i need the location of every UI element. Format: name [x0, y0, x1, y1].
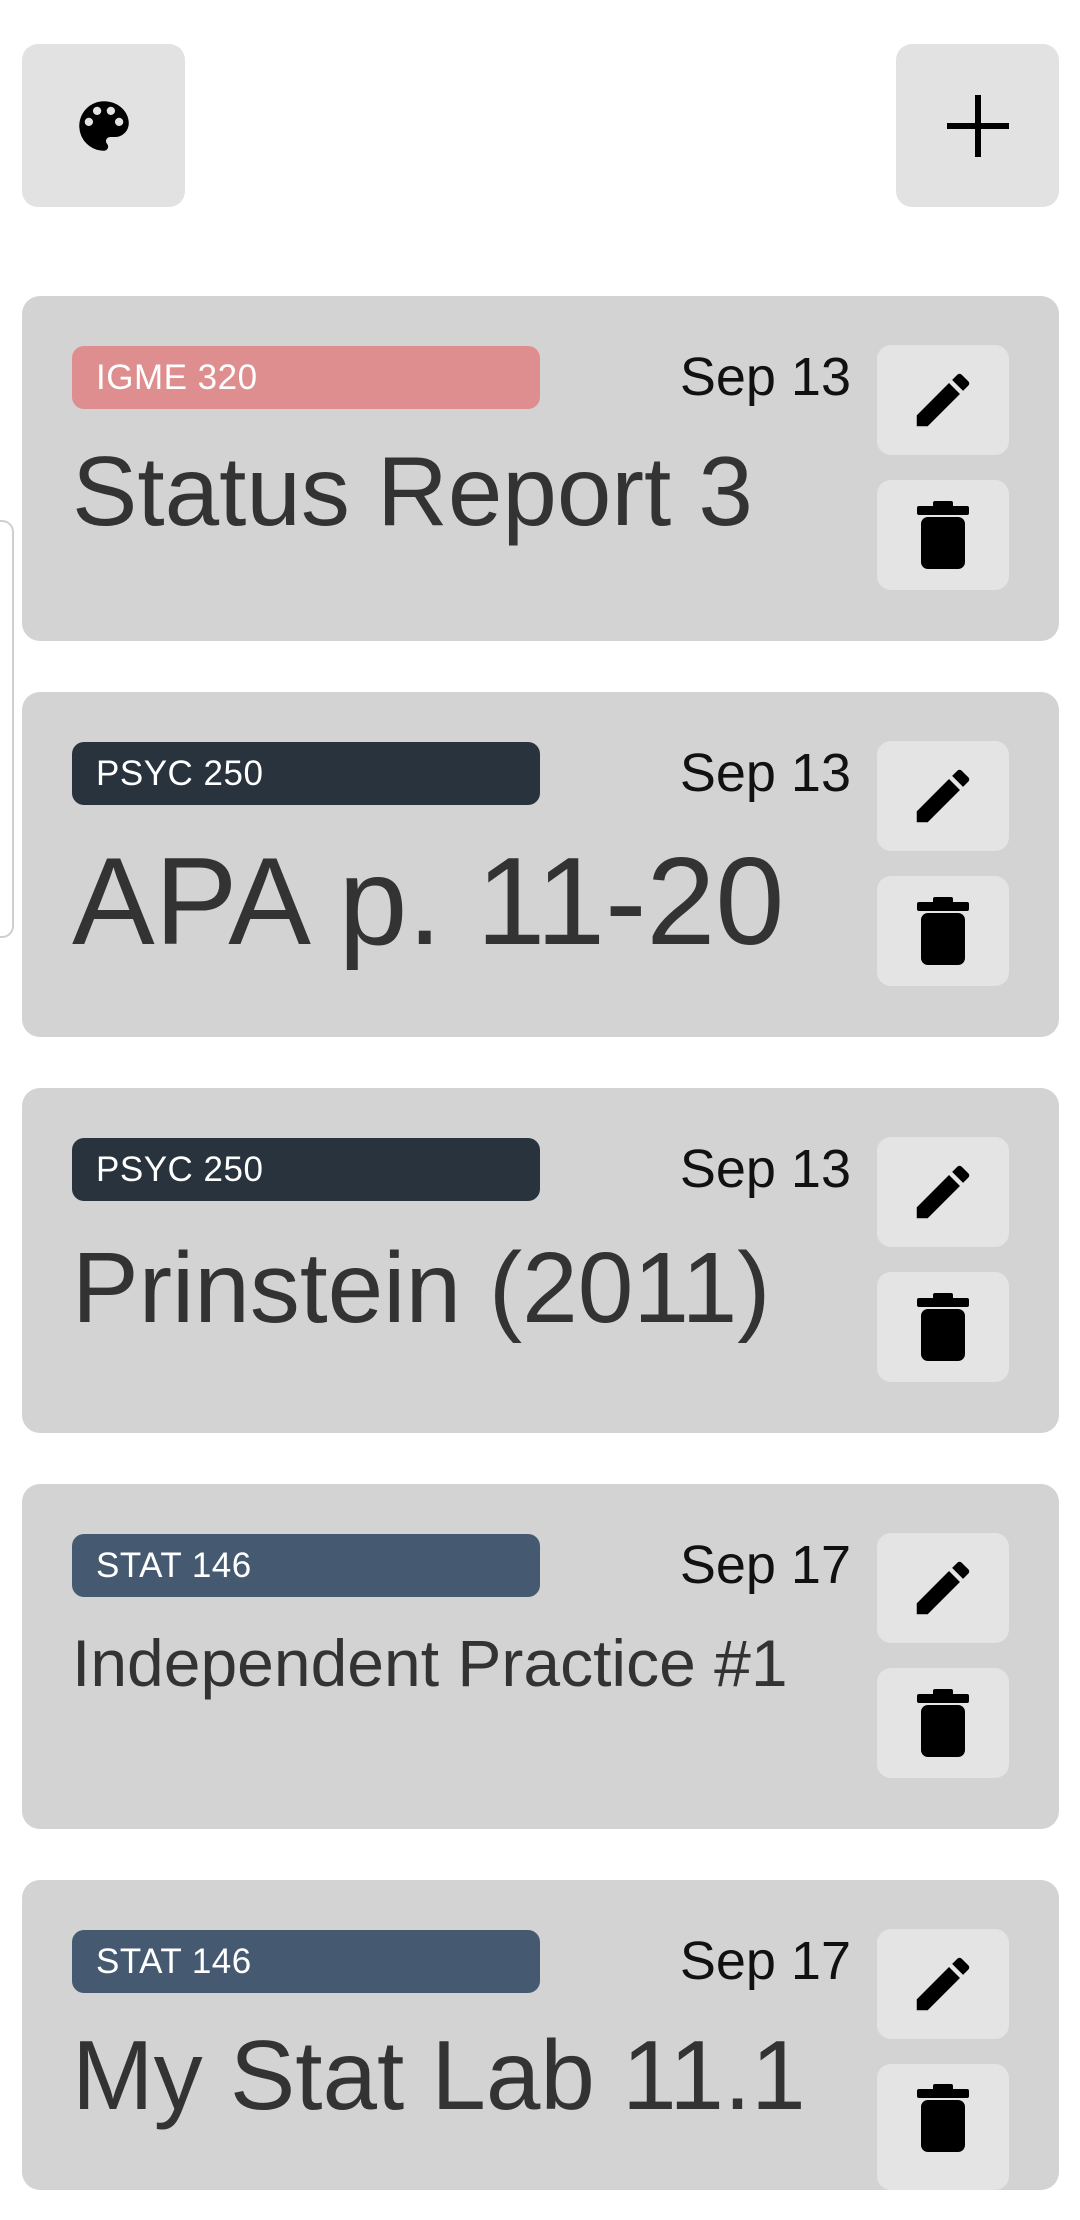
delete-button[interactable]: [877, 480, 1009, 590]
side-drawer-handle[interactable]: [0, 520, 14, 938]
delete-button[interactable]: [877, 2064, 1009, 2190]
course-tag: PSYC 250: [72, 742, 540, 805]
course-tag: PSYC 250: [72, 1138, 540, 1201]
due-date: Sep 13: [679, 1139, 851, 1199]
pencil-icon: [908, 365, 978, 435]
due-date: Sep 13: [679, 347, 851, 407]
palette-icon: [71, 93, 137, 159]
delete-button[interactable]: [877, 876, 1009, 986]
theme-button[interactable]: [22, 44, 185, 207]
course-tag: STAT 146: [72, 1534, 540, 1597]
edit-button[interactable]: [877, 1137, 1009, 1247]
task-card: STAT 146 Sep 17 My Stat Lab 11.1: [22, 1880, 1059, 2190]
trash-icon: [917, 897, 969, 965]
edit-button[interactable]: [877, 741, 1009, 851]
trash-icon: [917, 501, 969, 569]
due-date: Sep 13: [679, 743, 851, 803]
plus-icon: [943, 91, 1013, 161]
edit-button[interactable]: [877, 1533, 1009, 1643]
task-title: Independent Practice #1: [72, 1626, 788, 1700]
add-task-button[interactable]: [896, 44, 1059, 207]
task-list: IGME 320 Sep 13 Status Report 3 PSYC 250…: [22, 296, 1059, 2220]
trash-icon: [917, 1689, 969, 1757]
task-card: STAT 146 Sep 17 Independent Practice #1: [22, 1484, 1059, 1829]
task-card: IGME 320 Sep 13 Status Report 3: [22, 296, 1059, 641]
task-list-screen: IGME 320 Sep 13 Status Report 3 PSYC 250…: [0, 0, 1080, 2220]
course-tag: IGME 320: [72, 346, 540, 409]
edit-button[interactable]: [877, 1929, 1009, 2039]
pencil-icon: [908, 1157, 978, 1227]
task-title: Status Report 3: [72, 436, 753, 546]
edit-button[interactable]: [877, 345, 1009, 455]
due-date: Sep 17: [679, 1931, 851, 1991]
task-card: PSYC 250 Sep 13 Prinstein (2011): [22, 1088, 1059, 1433]
pencil-icon: [908, 1553, 978, 1623]
delete-button[interactable]: [877, 1272, 1009, 1382]
trash-icon: [917, 2084, 969, 2152]
pencil-icon: [908, 761, 978, 831]
task-title: Prinstein (2011): [72, 1232, 771, 1344]
trash-icon: [917, 1293, 969, 1361]
task-title: APA p. 11-20: [72, 833, 785, 971]
course-tag: STAT 146: [72, 1930, 540, 1993]
task-title: My Stat Lab 11.1: [72, 2020, 806, 2130]
task-card: PSYC 250 Sep 13 APA p. 11-20: [22, 692, 1059, 1037]
delete-button[interactable]: [877, 1668, 1009, 1778]
pencil-icon: [908, 1949, 978, 2019]
due-date: Sep 17: [679, 1535, 851, 1595]
